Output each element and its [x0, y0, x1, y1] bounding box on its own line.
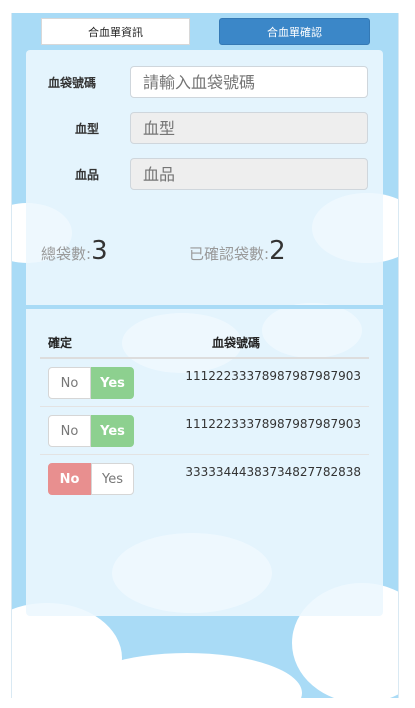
no-button[interactable]: No [48, 415, 91, 447]
table-row: No Yes 11122233378987987987903 [40, 359, 369, 407]
confirmed-bags-label: 已確認袋數: [189, 245, 270, 263]
confirm-toggle: No Yes [48, 367, 134, 399]
tab-blood-order-info[interactable]: 合血單資訊 [41, 18, 190, 45]
confirm-panel: 血袋號碼 血型 血品 總袋數:3 已確認袋數:2 確定 血袋號碼 No Yes … [26, 50, 383, 616]
blood-type-field [130, 112, 368, 144]
tab-blood-order-confirm[interactable]: 合血單確認 [219, 18, 370, 45]
table-row: No Yes 11122233378987987987903 [40, 407, 369, 455]
blood-product-field [130, 158, 368, 190]
blood-product-row: 血品 [26, 158, 383, 192]
column-header-bag-code: 血袋號碼 [212, 336, 261, 350]
blood-type-row: 血型 [26, 112, 383, 146]
total-bags-count: 總袋數:3 [41, 236, 108, 266]
confirm-toggle: No Yes [48, 415, 134, 447]
bag-code-value: 33333444383734827782838 [185, 465, 361, 479]
confirmed-bags-value: 2 [269, 236, 286, 266]
total-bags-value: 3 [91, 236, 108, 266]
bag-code-input[interactable] [130, 66, 368, 98]
tab-bar: 合血單資訊 合血單確認 [12, 13, 398, 53]
app-frame: 合血單資訊 合血單確認 血袋號碼 血型 血品 總袋數:3 已確認袋數:2 確定 … [11, 13, 399, 698]
bag-code-value: 11122233378987987987903 [185, 417, 361, 431]
yes-button[interactable]: Yes [91, 415, 134, 447]
bag-code-label: 血袋號碼 [48, 76, 97, 90]
total-bags-label: 總袋數: [41, 245, 92, 263]
blood-product-label: 血品 [75, 168, 100, 182]
confirmed-bags-count: 已確認袋數:2 [189, 236, 286, 266]
blood-type-label: 血型 [75, 122, 100, 136]
section-divider [26, 305, 383, 309]
confirm-toggle: No Yes [48, 463, 134, 495]
table-row: No Yes 33333444383734827782838 [40, 455, 369, 503]
no-button[interactable]: No [48, 463, 91, 495]
yes-button[interactable]: Yes [91, 367, 134, 399]
bag-code-row: 血袋號碼 [26, 66, 383, 100]
no-button[interactable]: No [48, 367, 91, 399]
yes-button[interactable]: Yes [91, 463, 134, 495]
column-header-confirm: 確定 [48, 336, 73, 350]
bag-code-value: 11122233378987987987903 [185, 369, 361, 383]
